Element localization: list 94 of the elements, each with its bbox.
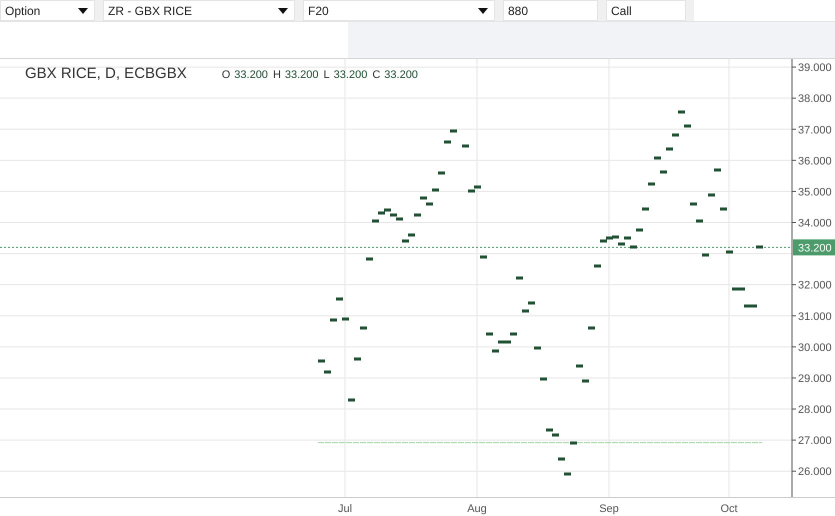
price-marker bbox=[318, 360, 325, 362]
legend-value: 33.200 bbox=[234, 69, 268, 81]
price-marker bbox=[576, 364, 583, 368]
axis-label: 26.000 bbox=[798, 466, 832, 478]
axis-label: 35.000 bbox=[798, 186, 832, 198]
legend-key: L bbox=[324, 69, 330, 81]
price-marker bbox=[372, 220, 379, 222]
price-marker bbox=[462, 144, 469, 148]
price-marker bbox=[540, 378, 547, 380]
price-marker bbox=[702, 254, 709, 256]
axis-label: 29.000 bbox=[798, 372, 832, 385]
price-marker bbox=[480, 256, 487, 258]
price-marker bbox=[564, 472, 571, 476]
price-marker bbox=[408, 234, 415, 236]
axis-label: 38.000 bbox=[798, 93, 832, 106]
price-marker bbox=[624, 236, 631, 240]
caret-icon bbox=[278, 8, 288, 14]
axis-label: Aug bbox=[467, 503, 487, 515]
price-marker bbox=[414, 214, 421, 216]
caret-icon bbox=[478, 8, 488, 14]
price-marker bbox=[438, 172, 445, 174]
price-marker bbox=[558, 458, 565, 460]
axis-label: 28.000 bbox=[798, 404, 832, 416]
axis-label: 34.000 bbox=[798, 218, 832, 230]
dropdown[interactable]: Option bbox=[0, 0, 95, 21]
price-marker bbox=[420, 196, 427, 200]
axis-label: 30.000 bbox=[798, 342, 832, 354]
caret-icon bbox=[78, 8, 88, 14]
legend-key: O bbox=[222, 69, 230, 81]
dropdown[interactable]: ZR - GBX RICE bbox=[103, 0, 295, 21]
price-marker bbox=[330, 318, 337, 322]
axis-label: 32.000 bbox=[798, 280, 832, 292]
price-marker bbox=[630, 246, 637, 248]
legend-value: 33.200 bbox=[284, 69, 319, 81]
price-marker bbox=[432, 188, 439, 192]
price-marker bbox=[336, 298, 343, 300]
price-marker bbox=[354, 358, 361, 360]
input-field[interactable]: 880 bbox=[503, 0, 598, 21]
price-marker bbox=[648, 182, 655, 186]
legend-value: 33.200 bbox=[334, 69, 368, 81]
axis-label: 36.000 bbox=[798, 155, 832, 168]
price-marker bbox=[726, 250, 733, 254]
axis-label: Oct bbox=[720, 503, 738, 515]
price-marker bbox=[756, 246, 763, 248]
price-marker bbox=[522, 310, 529, 312]
price-marker bbox=[660, 170, 667, 174]
price-marker bbox=[570, 442, 577, 444]
price-marker bbox=[708, 194, 715, 196]
dropdown[interactable]: F20 bbox=[303, 0, 495, 21]
price-marker bbox=[360, 326, 367, 330]
axis-label: Sep bbox=[599, 503, 619, 515]
price-marker bbox=[546, 428, 553, 432]
ref-line-label: 33.200 bbox=[798, 242, 832, 254]
price-marker bbox=[684, 124, 691, 128]
price-marker bbox=[642, 208, 649, 210]
price-marker bbox=[720, 208, 727, 210]
price-marker bbox=[654, 156, 661, 160]
axis-label: 31.000 bbox=[798, 310, 832, 323]
price-marker bbox=[402, 240, 409, 242]
price-marker bbox=[666, 148, 673, 150]
price-marker bbox=[492, 350, 499, 352]
price-marker bbox=[348, 398, 355, 402]
axis-label: 39.000 bbox=[798, 62, 832, 74]
price-marker bbox=[486, 332, 493, 336]
legend-value: 33.200 bbox=[384, 69, 418, 81]
price-marker bbox=[672, 134, 679, 136]
price-marker bbox=[426, 202, 433, 206]
price-marker bbox=[366, 258, 373, 260]
price-marker bbox=[582, 380, 589, 382]
input-field[interactable]: Call bbox=[606, 0, 686, 21]
price-marker bbox=[690, 202, 697, 206]
axis-label: 37.000 bbox=[798, 124, 832, 136]
price-marker bbox=[696, 220, 703, 222]
axis-label: 27.000 bbox=[798, 435, 832, 448]
price-marker bbox=[618, 242, 625, 246]
chart-title: GBX RICE, D, ECBGBX bbox=[25, 65, 187, 82]
price-marker bbox=[636, 228, 643, 232]
price-marker bbox=[516, 276, 523, 280]
price-marker bbox=[528, 302, 535, 304]
price-marker bbox=[588, 326, 595, 330]
legend-key: C bbox=[372, 69, 380, 81]
legend-key: H bbox=[272, 69, 281, 81]
price-marker bbox=[450, 130, 457, 132]
price-marker bbox=[342, 318, 349, 320]
price-marker bbox=[510, 332, 517, 336]
price-marker bbox=[678, 110, 685, 114]
price-marker bbox=[444, 140, 451, 144]
price-marker bbox=[594, 264, 601, 268]
price-marker bbox=[534, 346, 541, 350]
price-badge: 33.200 bbox=[793, 239, 835, 256]
price-marker bbox=[324, 370, 331, 374]
price-marker bbox=[552, 434, 559, 436]
price-marker bbox=[714, 168, 721, 172]
axis-label: Jul bbox=[338, 503, 352, 515]
